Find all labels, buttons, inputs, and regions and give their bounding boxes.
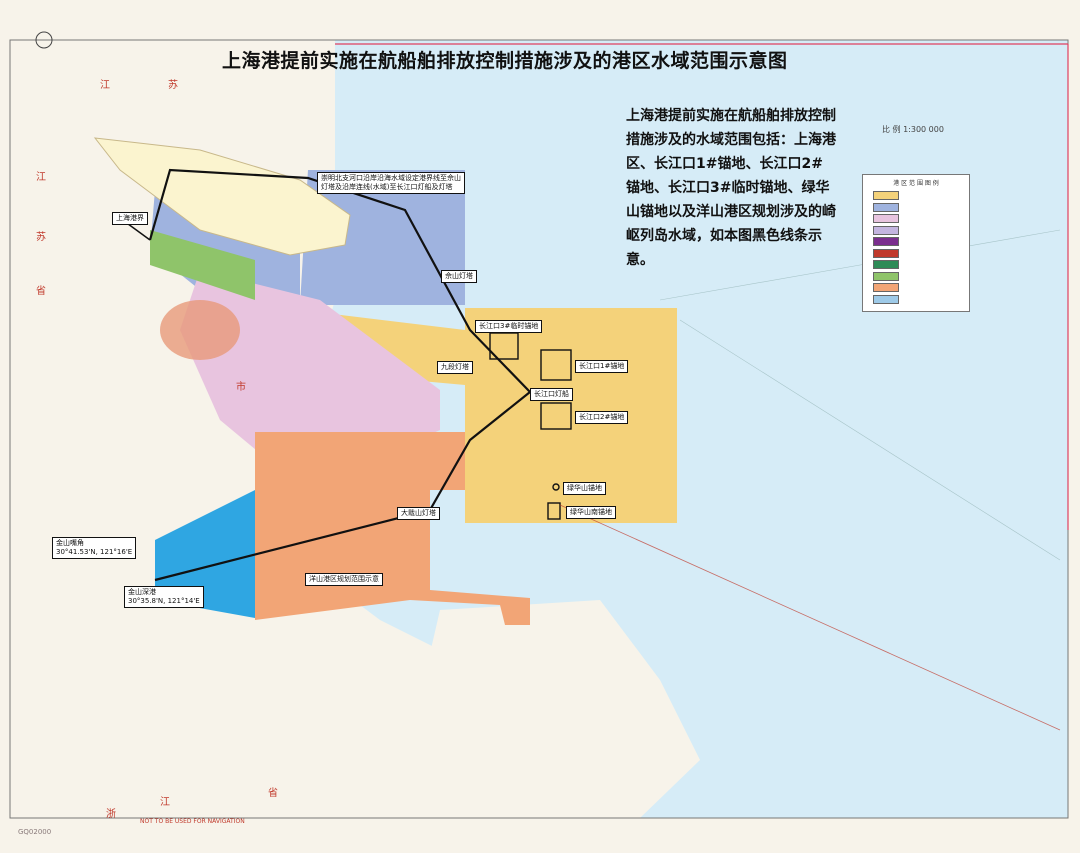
legend-item [873, 294, 965, 304]
legend-swatch [873, 248, 899, 258]
place-jiangsu-b: 苏 [168, 80, 178, 91]
label-jiuduan: 九段灯塔 [437, 361, 473, 374]
label-anchorage1: 长江口1#锚地 [575, 360, 629, 373]
label-shanghai-port: 上海港界 [112, 212, 148, 225]
place-zhejiang-b: 江 [160, 797, 170, 808]
urban-core [160, 300, 240, 360]
legend-swatch [873, 283, 899, 292]
legend-swatch [873, 214, 899, 223]
label-anchorage2: 长江口2#锚地 [575, 411, 629, 424]
legend-item [873, 213, 965, 223]
label-lvhua-anchorage: 绿华山锚地 [563, 482, 606, 495]
corner-code: GQ02000 [18, 828, 52, 836]
place-sheng: 省 [36, 286, 46, 297]
legend-item [873, 248, 965, 258]
place-shanghai-shi: 市 [236, 382, 246, 393]
legend-swatch [873, 260, 899, 269]
legend-swatch [873, 202, 899, 212]
jinshan-coord: 30°41.53'N, 121°16'E [56, 548, 133, 556]
legend-item [873, 190, 965, 200]
jinshan-name: 金山嘴角 [56, 539, 84, 547]
label-north-channel: 崇明北支河口沿岸沿海水域设定港界线至佘山灯塔及沿岸连线(水域)至长江口灯船及灯塔 [317, 172, 465, 194]
legend-swatch [873, 191, 899, 200]
jinshan-port-coord: 30°35.8'N, 121°14'E [128, 597, 200, 605]
footer-note: NOT TO BE USED FOR NAVIGATION [140, 818, 245, 825]
legend-item [873, 236, 965, 246]
label-lightship: 长江口灯船 [530, 388, 573, 401]
legend-swatch [873, 294, 899, 304]
label-dajishan: 大戢山灯塔 [397, 507, 440, 520]
place-zhejiang-c: 省 [268, 788, 278, 799]
label-sheshan: 佘山灯塔 [441, 270, 477, 283]
place-jiangsu-a: 江 [100, 80, 110, 91]
legend-item [873, 282, 965, 292]
legend-swatch [873, 237, 899, 246]
legend-item [873, 225, 965, 235]
map-container: 上海港提前实施在航船舶排放控制措施涉及的港区水域范围示意图 上海港提前实施在航船… [0, 0, 1080, 853]
legend-swatch [873, 271, 899, 281]
legend-item [873, 202, 965, 212]
place-zhejiang-a: 浙 [106, 809, 116, 820]
map-description: 上海港提前实施在航船舶排放控制措施涉及的水域范围包括：上海港区、长江口1#锚地、… [626, 108, 836, 268]
label-anchorage3: 长江口3#临时锚地 [475, 320, 543, 333]
map-title: 上海港提前实施在航船舶排放控制措施涉及的港区水域范围示意图 [222, 50, 788, 72]
label-jinshan: 金山嘴角 30°41.53'N, 121°16'E [52, 537, 137, 559]
legend-item [873, 259, 965, 269]
legend-box: 港 区 范 围 图 例 [862, 174, 970, 312]
legend-swatch [873, 225, 899, 235]
place-jiangsu-c: 江 [36, 172, 46, 183]
legend-item [873, 271, 965, 281]
legend-title: 港 区 范 围 图 例 [893, 180, 939, 187]
label-lvhua-south: 绿华山南锚地 [566, 506, 616, 519]
label-yangshan: 洋山港区规划范围示意 [305, 573, 383, 586]
label-jinshan-port: 金山深港 30°35.8'N, 121°14'E [124, 586, 204, 608]
jinshan-port-name: 金山深港 [128, 588, 156, 596]
scale-label: 比 例 1:300 000 [882, 125, 944, 134]
place-jiangsu-d: 苏 [36, 232, 46, 243]
